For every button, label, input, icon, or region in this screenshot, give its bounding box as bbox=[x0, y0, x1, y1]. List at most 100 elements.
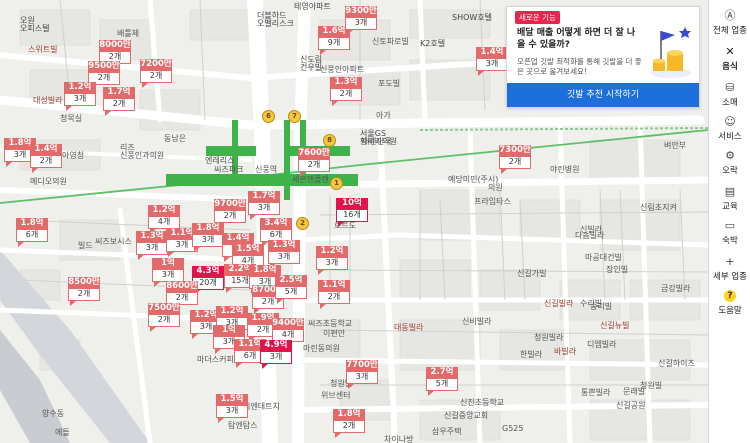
bed-icon: ▭ bbox=[724, 219, 736, 232]
sidebar-item-service[interactable]: ☺ 서비스 bbox=[709, 116, 750, 143]
sidebar-item-label: 오락 bbox=[722, 166, 738, 176]
price-pin-price: 1억 bbox=[152, 258, 184, 270]
map-place-label: 미엔대트치 bbox=[243, 402, 280, 411]
price-pin[interactable]: 1.4억 2개 bbox=[30, 144, 62, 173]
map-place-label: 신풍인아파트 bbox=[320, 65, 365, 74]
map-place-label: 신토파로빌 bbox=[372, 37, 409, 46]
map-place-label: 아영청 bbox=[62, 151, 85, 160]
price-pin[interactable]: 2.7억 5개 bbox=[426, 367, 458, 396]
price-pin-count: 2개 bbox=[330, 88, 362, 101]
book-icon: ▤ bbox=[724, 185, 736, 198]
map-place-label: 다솜빌라 bbox=[575, 231, 605, 240]
map-place-label: 벼안부 bbox=[664, 141, 687, 150]
sidebar-item-help[interactable]: ? 도움말 bbox=[709, 290, 750, 316]
map-canvas[interactable]: 6 7 8 1 2 오원 오피스텔 배틀체 스위트빌 더블하드 오벨리스크 테영아파트 S… bbox=[0, 0, 708, 443]
map-place-label: 통쁜빌라 bbox=[581, 388, 611, 397]
price-pin[interactable]: 7200만 2개 bbox=[140, 59, 172, 88]
price-pin-count: 3개 bbox=[316, 257, 348, 270]
map-place-label: 빌드 bbox=[78, 241, 93, 250]
price-pin-price: 1.2억 bbox=[216, 306, 248, 318]
map-place-label: 의원 bbox=[488, 183, 503, 192]
price-pin-price: 1.2억 bbox=[148, 205, 180, 217]
sidebar-item-retail[interactable]: ⛁ 소매 bbox=[709, 82, 750, 109]
price-pin-price: 1.2억 bbox=[316, 246, 348, 258]
price-pin[interactable]: 9300만 3개 bbox=[345, 6, 377, 35]
map-place-label: 배틀체 bbox=[117, 29, 140, 38]
price-pin[interactable]: 1.5억 3개 bbox=[216, 394, 248, 423]
map-place-label: 리즈 신풍인과의원 bbox=[120, 143, 165, 160]
sidebar-item-label: 서비스 bbox=[718, 132, 742, 142]
map-place-label: 장인빌 bbox=[606, 265, 629, 274]
price-pin-price: 1.4억 bbox=[476, 47, 508, 59]
sidebar-item-label: 소매 bbox=[722, 98, 738, 108]
price-pin-price: 10억 bbox=[336, 198, 368, 210]
map-place-label: 마더스커피 bbox=[197, 355, 234, 364]
price-pin-price: 9500만 bbox=[88, 61, 120, 73]
price-pin-price: 1억 bbox=[213, 325, 245, 337]
price-pin[interactable]: 1.3억 2개 bbox=[330, 77, 362, 106]
map-place-label: 위브센터 bbox=[321, 391, 351, 400]
sidebar-item-leisure[interactable]: ⚙ 오락 bbox=[709, 150, 750, 177]
sidebar-item-all[interactable]: Ⓐ 전체 업종 bbox=[709, 9, 750, 37]
map-place-label: 테영아파트 bbox=[294, 2, 331, 11]
category-a-icon: Ⓐ bbox=[724, 9, 736, 22]
price-pin[interactable]: 1.4억3개 bbox=[476, 47, 508, 76]
price-pin[interactable]: 2.5억 5개 bbox=[275, 275, 307, 304]
map-place-label: 마공대건빌 bbox=[585, 253, 622, 262]
sidebar-item-food[interactable]: ✕ 음식 bbox=[709, 46, 750, 73]
coins-flag-icon bbox=[649, 23, 693, 79]
price-pin[interactable]: 1.8억 3개 bbox=[192, 223, 224, 252]
price-pin[interactable]: 1.7억 3개 bbox=[248, 191, 280, 220]
price-pin[interactable]: 4.9억 3개 bbox=[260, 340, 292, 369]
price-pin-price: 2.7억 bbox=[426, 367, 458, 379]
price-pin-price: 3.4억 bbox=[260, 218, 292, 230]
price-pin-count: 2개 bbox=[318, 291, 350, 304]
subway-exit-marker: 2 bbox=[296, 217, 309, 230]
map-place-label: 문래빌 bbox=[623, 387, 646, 396]
subway-exit-marker: 6 bbox=[262, 110, 275, 123]
price-pin[interactable]: 1.1억 2개 bbox=[318, 280, 350, 309]
price-pin[interactable]: 1.8억 6개 bbox=[16, 218, 48, 247]
price-pin[interactable]: 10억 16개 bbox=[336, 198, 368, 227]
price-pin-count: 2개 bbox=[68, 288, 100, 301]
map-place-label: 아가 bbox=[376, 111, 391, 120]
price-pin-price: 1.7억 bbox=[248, 191, 280, 203]
price-pin[interactable]: 1.8억 2개 bbox=[333, 409, 365, 438]
sidebar-item-label: 전체 업종 bbox=[713, 26, 747, 36]
price-pin[interactable]: 7300만 2개 bbox=[499, 145, 531, 174]
price-pin[interactable]: 1.7억 2개 bbox=[103, 87, 135, 116]
subway-exit-marker: 8 bbox=[323, 134, 336, 147]
map-place-label: 프라임타스 bbox=[474, 197, 511, 206]
price-pin[interactable]: 7500만 2개 bbox=[148, 303, 180, 332]
price-pin-price: 1.2억 bbox=[64, 82, 96, 94]
sidebar-item-detail[interactable]: + 세부 업종 bbox=[709, 256, 750, 283]
map-place-label: 신풍역 bbox=[255, 165, 278, 174]
price-pin[interactable]: 1.3억 3개 bbox=[136, 231, 168, 260]
promo-title: 배달 매출 어떻게 하면 더 잘 나올 수 있을까? bbox=[517, 28, 636, 50]
price-pin-count: 5개 bbox=[426, 378, 458, 391]
price-pin-price: 8600만 bbox=[166, 281, 198, 293]
price-pin[interactable]: 7600만 2개 bbox=[298, 148, 330, 177]
map-place-label: 탐엔탐스 bbox=[228, 421, 258, 430]
price-pin-price: 9300만 bbox=[345, 6, 377, 18]
price-pin-count: 3개 bbox=[64, 93, 96, 106]
price-pin-count: 9개 bbox=[318, 37, 350, 50]
map-place-label: 동남은 bbox=[164, 134, 187, 143]
price-pin-price: 1.3억 bbox=[136, 231, 168, 243]
price-pin[interactable]: 1.2억 3개 bbox=[64, 82, 96, 111]
price-pin-count: 2개 bbox=[148, 314, 180, 327]
price-pin-count: 3개 bbox=[268, 251, 300, 264]
price-pin[interactable]: 8500만 2개 bbox=[68, 277, 100, 306]
price-pin-count: 2개 bbox=[103, 98, 135, 111]
price-pin[interactable]: 1.2억 3개 bbox=[316, 246, 348, 275]
sidebar-item-lodging[interactable]: ▭ 숙박 bbox=[709, 219, 750, 247]
price-pin-price: 1.8억 bbox=[333, 409, 365, 421]
map-place-label: 청원빌라 bbox=[534, 333, 564, 342]
price-pin-count: 3개 bbox=[260, 351, 292, 364]
flag-recommend-start-button[interactable]: 깃발 추천 시작하기 bbox=[507, 83, 699, 107]
price-pin-count: 5개 bbox=[275, 286, 307, 299]
price-pin-price: 1.5억 bbox=[232, 244, 264, 256]
price-pin-count: 3개 bbox=[152, 269, 184, 282]
price-pin[interactable]: 7700만 3개 bbox=[346, 360, 378, 389]
sidebar-item-education[interactable]: ▤ 교육 bbox=[709, 185, 750, 213]
